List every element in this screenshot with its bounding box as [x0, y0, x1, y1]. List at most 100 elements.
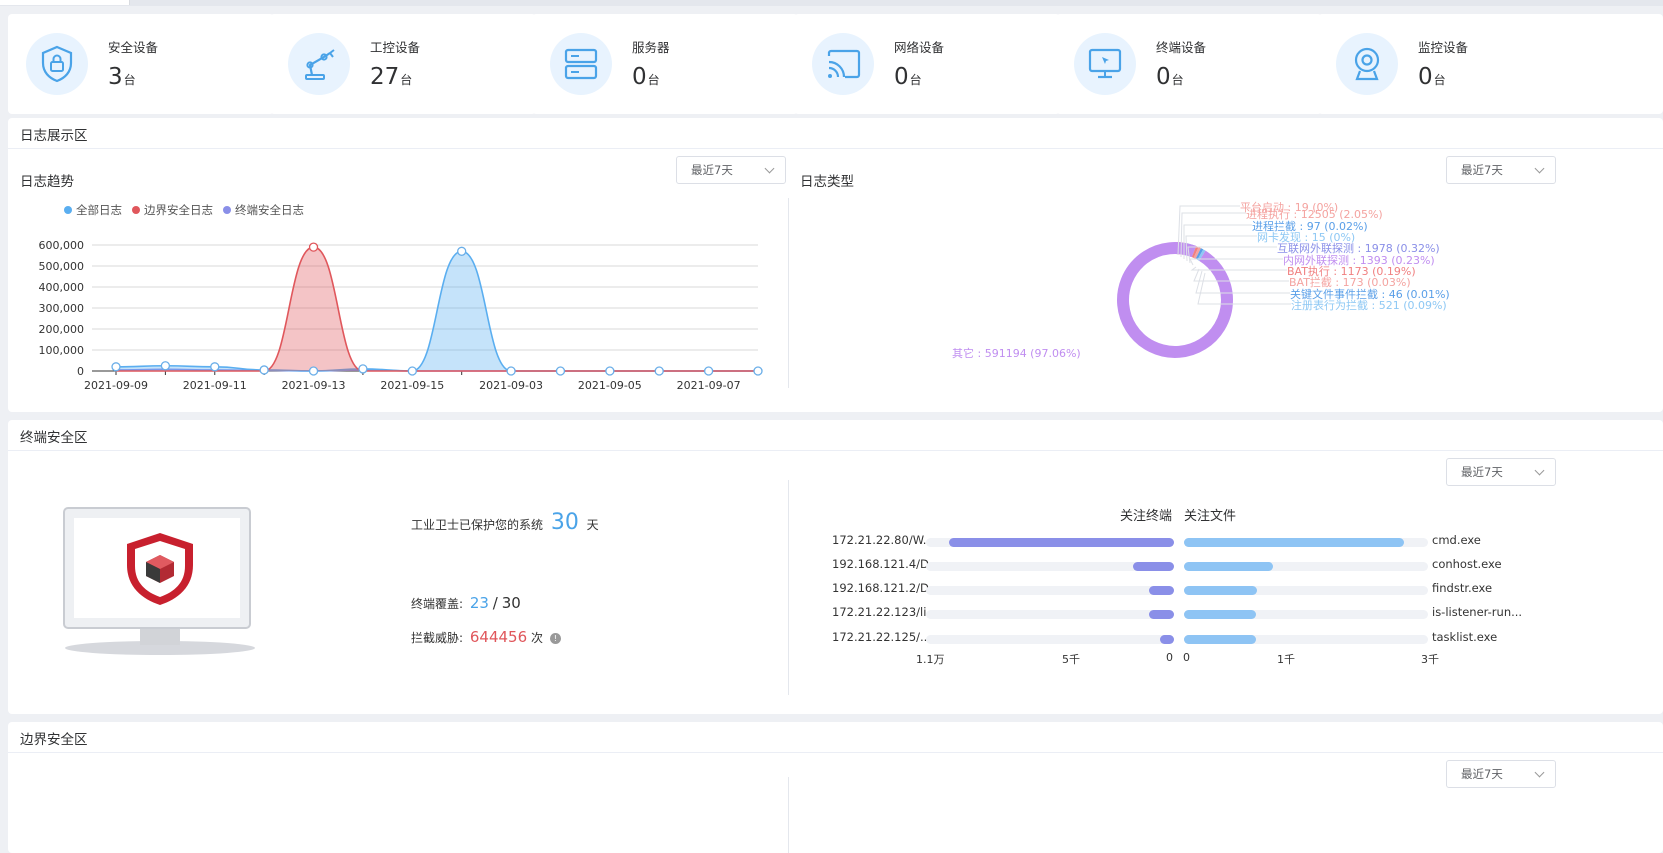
terminal-bar-track: [926, 610, 1174, 619]
card-label: 工控设备: [370, 40, 421, 55]
log-panel-title: 日志展示区: [20, 128, 88, 144]
type-range-select[interactable]: 最近7天: [1446, 156, 1556, 184]
terminal-bar[interactable]: [1133, 562, 1174, 571]
y-tick-label: 600,000: [39, 239, 85, 252]
x-tick-label: 2021-09-15: [380, 379, 444, 392]
data-point[interactable]: [111, 362, 121, 372]
terminal-bar-track: [926, 635, 1174, 644]
card-count: 0台: [632, 64, 660, 90]
x-tick-label: 0: [1166, 651, 1173, 664]
top-tab-strip: [0, 0, 1663, 6]
leader-line: [1189, 258, 1283, 266]
robot-arm-icon: [288, 33, 350, 95]
chevron-down-icon: [1534, 163, 1545, 174]
leader-line: [1185, 235, 1257, 262]
terminal-coverage: 终端覆盖: 23 / 30: [411, 594, 521, 612]
x-tick-label: 3千: [1421, 653, 1439, 666]
data-point[interactable]: [703, 366, 714, 376]
data-point[interactable]: [308, 366, 319, 376]
active-tab[interactable]: [0, 0, 130, 5]
cast-icon: [812, 33, 874, 95]
file-label: conhost.exe: [1432, 557, 1502, 571]
chevron-down-icon: [1534, 767, 1545, 778]
border-panel: 边界安全区: [8, 722, 1663, 853]
card-network-devices[interactable]: 网络设备 0台: [794, 14, 1060, 114]
data-point[interactable]: [160, 361, 171, 371]
data-point[interactable]: [753, 366, 763, 376]
file-bar[interactable]: [1184, 562, 1274, 571]
data-point[interactable]: [407, 366, 417, 376]
trend-range-select[interactable]: 最近7天: [676, 156, 786, 184]
terminal-panel-title: 终端安全区: [20, 430, 88, 446]
panel-divider: [8, 752, 1663, 753]
data-point[interactable]: [358, 364, 368, 374]
protected-computer-illustration: [63, 507, 255, 655]
file-bar[interactable]: [1184, 635, 1256, 644]
focus-files-title: 关注文件: [1184, 509, 1237, 524]
border-panel-title: 边界安全区: [20, 732, 88, 748]
data-point[interactable]: [259, 365, 269, 375]
data-point[interactable]: [654, 366, 664, 376]
file-label: cmd.exe: [1432, 533, 1481, 547]
x-tick-label: 2021-09-09: [84, 379, 148, 392]
y-tick-label: 200,000: [39, 323, 85, 336]
data-point[interactable]: [308, 242, 319, 252]
card-security-devices[interactable]: 安全设备 3台: [8, 14, 274, 114]
donut-slice-label: 注册表行为拦截 : 521 (0.09%): [1291, 299, 1447, 312]
chevron-down-icon: [1534, 465, 1545, 476]
data-point[interactable]: [210, 362, 220, 372]
focus-terminals-title: 关注终端: [1120, 509, 1173, 524]
terminal-bar[interactable]: [1149, 586, 1174, 595]
x-tick-label: 1千: [1277, 653, 1295, 666]
leader-line: [1187, 246, 1277, 264]
file-bar[interactable]: [1184, 538, 1404, 547]
leader-line: [1180, 212, 1246, 258]
file-label: findstr.exe: [1432, 581, 1493, 595]
card-count: 0台: [894, 64, 922, 90]
terminal-label: 172.21.22.125/...: [832, 630, 931, 644]
protection-summary: 工业卫士已保护您的系统 30 天: [411, 510, 599, 535]
info-icon[interactable]: !: [549, 633, 561, 644]
card-monitor-devices[interactable]: 监控设备 0台: [1318, 14, 1663, 114]
data-point[interactable]: [457, 246, 467, 256]
x-tick-label: 2021-09-11: [183, 379, 247, 392]
border-range-select[interactable]: 最近7天: [1446, 760, 1556, 788]
x-tick-label: 0: [1183, 651, 1190, 664]
terminal-bar[interactable]: [1149, 610, 1174, 619]
x-tick-label: 2021-09-05: [578, 379, 642, 392]
leader-line: [1190, 266, 1287, 271]
y-tick-label: 300,000: [39, 302, 85, 315]
monitor-icon: [1074, 33, 1136, 95]
legend-item[interactable]: 边界安全日志: [132, 202, 213, 218]
terminal-label: 172.21.22.80/W...: [832, 533, 934, 547]
leader-line: [1195, 270, 1290, 294]
intercept-threats: 拦截威胁: 644456 次 !: [411, 628, 561, 646]
log-trend-chart: 0 100,000 200,000 300,000 400,000 500,000 600,…: [39, 239, 763, 392]
card-terminal-devices[interactable]: 终端设备 0台: [1056, 14, 1322, 114]
file-label: tasklist.exe: [1432, 630, 1498, 644]
y-tick-label: 0: [77, 365, 84, 378]
column-divider: [788, 198, 789, 388]
card-count: 3台: [108, 64, 136, 90]
leader-line: [1183, 224, 1252, 259]
legend-item[interactable]: 全部日志: [64, 202, 122, 218]
shield-lock-icon: [26, 33, 88, 95]
terminal-bar[interactable]: [948, 538, 1174, 547]
panel-divider: [8, 148, 1663, 149]
file-bar[interactable]: [1184, 586, 1258, 595]
data-point[interactable]: [605, 366, 615, 376]
data-point[interactable]: [555, 366, 566, 376]
donut-slice-label: 其它 : 591194 (97.06%): [952, 347, 1081, 360]
legend-item[interactable]: 终端安全日志: [223, 202, 304, 218]
terminal-range-select[interactable]: 最近7天: [1446, 458, 1556, 486]
terminal-bar[interactable]: [1160, 635, 1174, 644]
file-label: is-listener-run...: [1432, 605, 1523, 619]
card-label: 网络设备: [894, 40, 945, 55]
card-servers[interactable]: 服务器 0台: [532, 14, 798, 114]
card-count: 27台: [370, 64, 413, 90]
x-tick-label: 2021-09-07: [677, 379, 741, 392]
data-point[interactable]: [506, 366, 516, 376]
file-bar[interactable]: [1184, 610, 1256, 619]
card-ics-devices[interactable]: 工控设备 27台: [270, 14, 536, 114]
terminal-label: 192.168.121.2/D...: [832, 581, 940, 595]
